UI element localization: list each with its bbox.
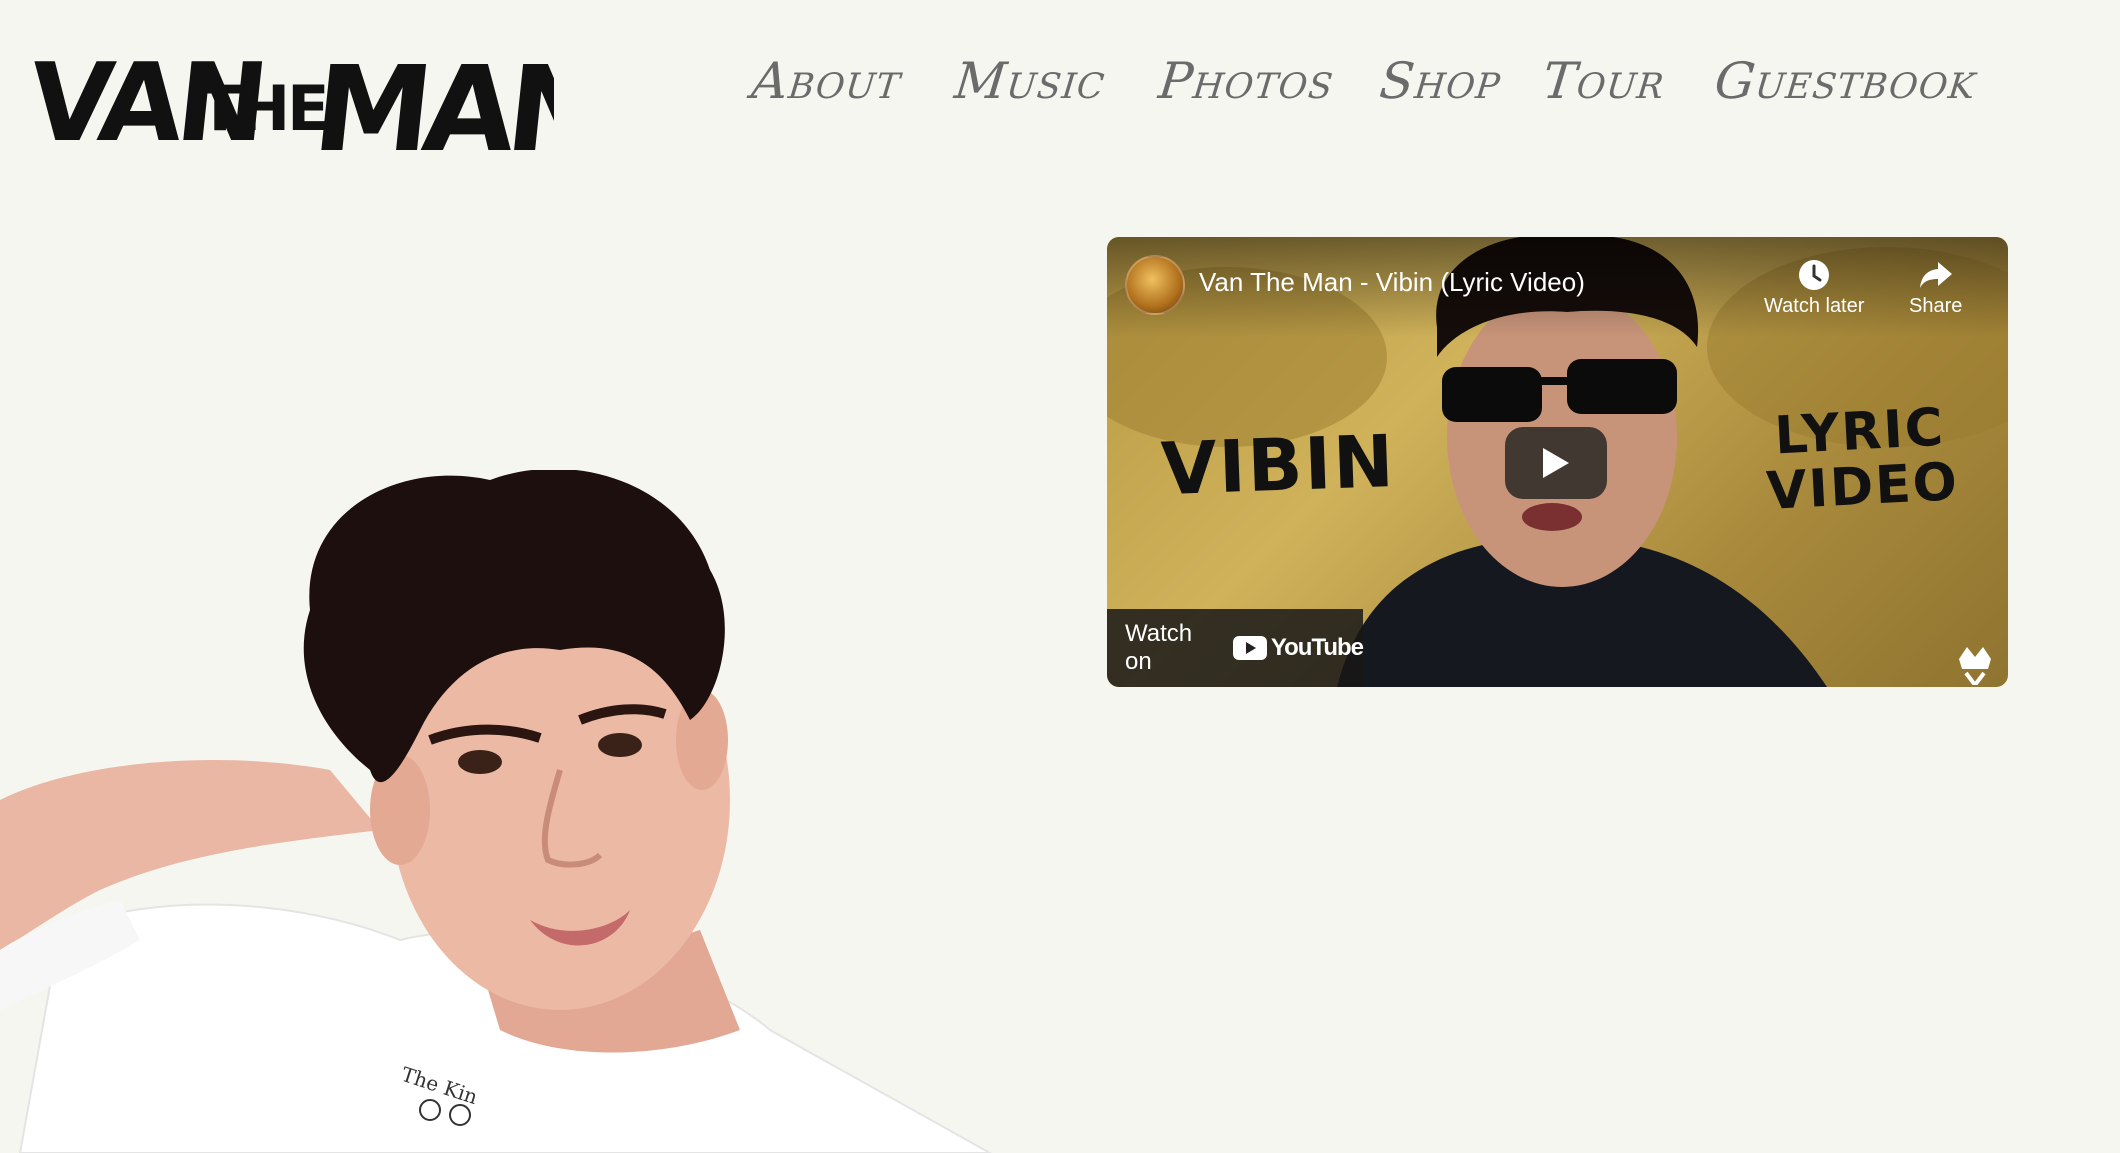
crown-watermark-icon: [1959, 647, 1991, 685]
thumbnail-video-line: VIDEO: [1764, 451, 1961, 522]
nav-guestbook[interactable]: Guestbook: [1712, 52, 1979, 110]
thumbnail-lyric-video-text: LYRIC VIDEO: [1762, 398, 1961, 522]
thumbnail-vibin-text: VIBIN: [1159, 418, 1397, 512]
share-label: Share: [1909, 295, 1963, 317]
main-nav: About Music Photos Shop Tour Guestbook: [749, 52, 1979, 110]
nav-music[interactable]: Music: [952, 52, 1108, 110]
share-icon: [1918, 255, 1954, 295]
play-icon: [1543, 448, 1569, 478]
watch-later-label: Watch later: [1764, 295, 1865, 317]
artist-portrait-image: The Kin: [0, 470, 993, 1153]
youtube-embed[interactable]: VIBIN LYRIC VIDEO Van The Man - Vibin (L…: [1107, 237, 2008, 687]
nav-photos[interactable]: Photos: [1156, 52, 1337, 110]
play-button[interactable]: [1505, 427, 1607, 499]
share-button[interactable]: Share: [1909, 255, 1962, 318]
nav-shop[interactable]: Shop: [1377, 52, 1504, 110]
youtube-play-icon: [1232, 636, 1267, 660]
nav-about[interactable]: About: [749, 52, 904, 110]
watch-on-youtube-link[interactable]: Watch on YouTube: [1107, 609, 1364, 687]
site-logo[interactable]: VAN THE MAN: [34, 22, 554, 172]
logo-man: MAN: [308, 40, 554, 172]
youtube-wordmark: YouTube: [1270, 634, 1364, 661]
logo-the: THE: [199, 72, 327, 145]
nav-tour[interactable]: Tour: [1540, 52, 1668, 110]
channel-avatar[interactable]: [1125, 255, 1185, 315]
watch-later-button[interactable]: Watch later: [1764, 255, 1864, 318]
youtube-logo: YouTube: [1232, 634, 1364, 662]
clock-icon: [1797, 255, 1831, 295]
video-title[interactable]: Van The Man - Vibin (Lyric Video): [1199, 267, 1585, 298]
watch-on-label: Watch on: [1125, 620, 1193, 675]
